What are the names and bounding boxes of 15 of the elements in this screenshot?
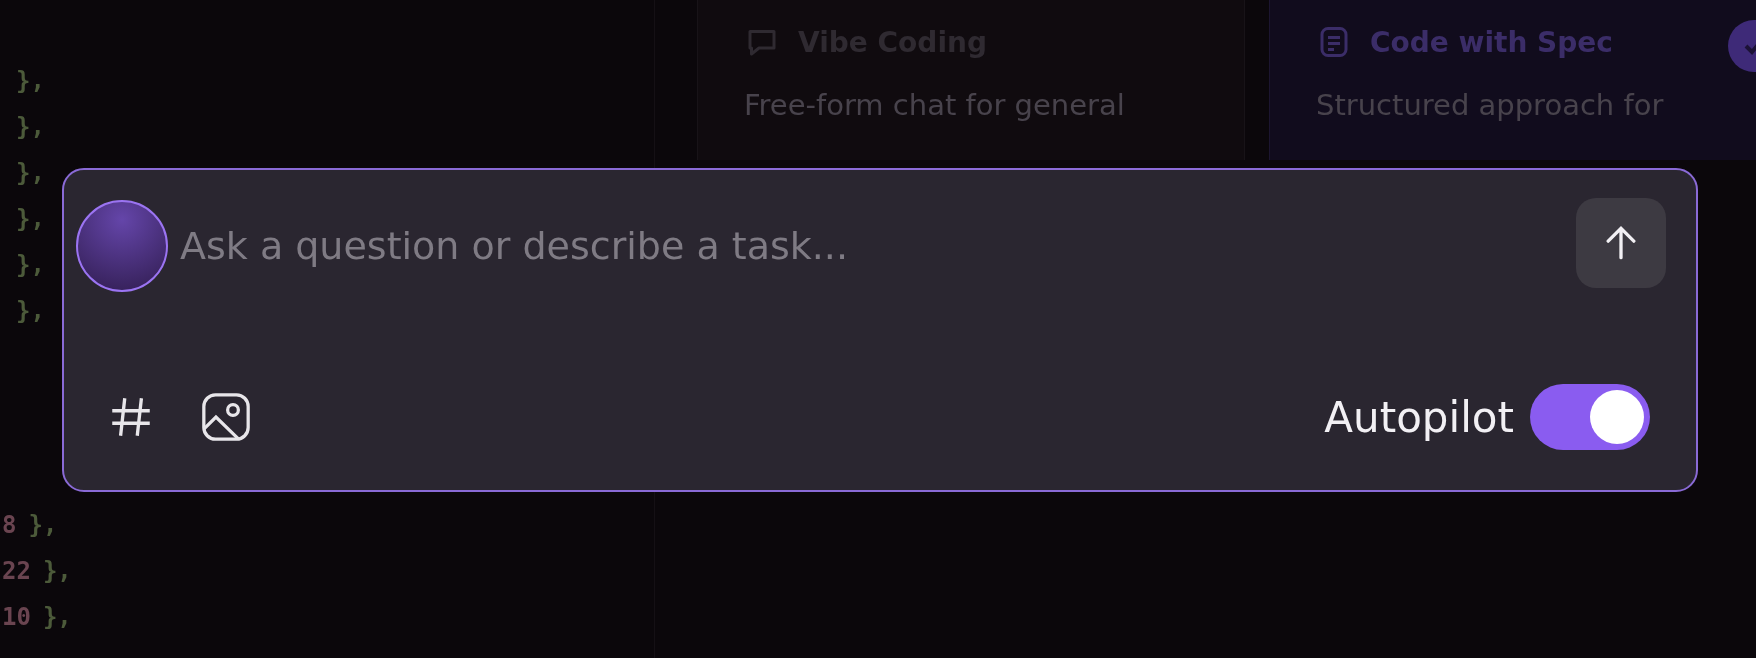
- mode-title: Code with Spec: [1370, 25, 1613, 59]
- code-line: },: [15, 250, 45, 281]
- check-icon: [1726, 18, 1756, 74]
- code-line: },: [15, 204, 45, 235]
- code-line: 8 },: [1, 510, 58, 541]
- send-button[interactable]: [1576, 198, 1666, 288]
- code-line: },: [15, 66, 45, 97]
- code-line: },: [15, 112, 45, 143]
- autopilot-label: Autopilot: [1324, 392, 1514, 442]
- mode-description: Free-form chat for general: [744, 88, 1126, 122]
- code-line: },: [15, 296, 45, 327]
- code-line: 10 },: [1, 602, 72, 633]
- prompt-input[interactable]: Ask a question or describe a task...: [180, 224, 1180, 268]
- code-line: 22 },: [1, 556, 72, 587]
- code-line: },: [15, 158, 45, 189]
